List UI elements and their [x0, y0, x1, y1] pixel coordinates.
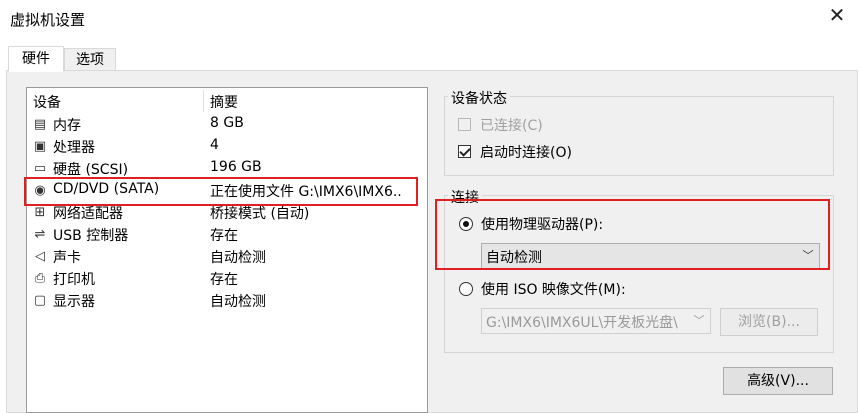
tab-options[interactable]: 选项 [64, 48, 116, 71]
advanced-button[interactable]: 高级(V)... [723, 367, 833, 395]
physical-drive-highlight-box [435, 199, 830, 270]
device-name: 网络适配器 [53, 206, 123, 222]
column-header-summary[interactable]: 摘要 [210, 92, 238, 112]
device-row-usb-controller[interactable]: ⇌ USB 控制器 存在 [27, 224, 427, 246]
device-row-memory[interactable]: ▤ 内存 8 GB [27, 114, 427, 136]
device-summary: 桥接模式 (自动) [210, 206, 310, 222]
memory-icon: ▤ [33, 117, 47, 132]
device-name: 处理器 [53, 140, 95, 156]
display-icon: ▢ [33, 293, 47, 308]
tab-hardware[interactable]: 硬件 [8, 46, 64, 72]
device-status-title: 设备状态 [448, 88, 510, 108]
column-header-device[interactable]: 设备 [33, 92, 61, 112]
network-adapter-icon: ⊞ [34, 205, 46, 220]
sound-card-icon: ◁ [35, 249, 45, 264]
device-name: 声卡 [53, 250, 81, 266]
device-name: USB 控制器 [53, 228, 129, 244]
connected-checkbox[interactable] [458, 118, 471, 131]
device-summary: 存在 [210, 272, 238, 288]
connected-label[interactable]: 已连接(C) [480, 115, 543, 135]
window-title: 虚拟机设置 [10, 11, 86, 29]
iso-path-value: G:\IMX6\IMX6UL\开发板光盘\ [486, 315, 678, 331]
device-summary: 自动检测 [210, 294, 266, 310]
device-name: 内存 [53, 118, 81, 134]
connect-at-power-on-label[interactable]: 启动时连接(O) [480, 142, 572, 162]
device-row-printer[interactable]: ⎙ 打印机 存在 [27, 268, 427, 290]
processor-icon: ▣ [33, 139, 47, 154]
device-row-processor[interactable]: ▣ 处理器 4 [27, 136, 427, 158]
chevron-down-icon: ﹀ [693, 314, 705, 327]
device-summary: 存在 [210, 228, 238, 244]
device-list[interactable]: 设备 摘要 ▤ 内存 8 GB ▣ 处理器 4 ▭ 硬盘 (SCSI) 196 … [26, 87, 428, 413]
device-summary: 4 [210, 137, 219, 153]
device-row-sound-card[interactable]: ◁ 声卡 自动检测 [27, 246, 427, 268]
device-name: 显示器 [53, 294, 95, 310]
device-status-group [444, 96, 834, 176]
device-row-display[interactable]: ▢ 显示器 自动检测 [27, 290, 427, 312]
usb-controller-icon: ⇌ [34, 227, 46, 242]
use-iso-image-radio[interactable] [459, 282, 473, 296]
device-name: 硬盘 (SCSI) [53, 162, 129, 178]
tab-divider [116, 70, 858, 71]
cd-dvd-highlight-box [24, 177, 418, 206]
device-name: 打印机 [53, 272, 95, 288]
hard-disk-icon: ▭ [33, 161, 47, 176]
iso-path-select[interactable]: G:\IMX6\IMX6UL\开发板光盘\ ﹀ [481, 308, 711, 334]
device-summary: 8 GB [210, 115, 244, 131]
close-icon[interactable]: ✕ [826, 4, 848, 26]
browse-button[interactable]: 浏览(B)... [720, 308, 818, 336]
connect-at-power-on-checkbox[interactable] [458, 145, 471, 158]
use-iso-image-label[interactable]: 使用 ISO 映像文件(M): [481, 279, 626, 299]
column-separator[interactable] [203, 90, 204, 112]
device-summary: 自动检测 [210, 250, 266, 266]
printer-icon: ⎙ [34, 271, 46, 286]
device-summary: 196 GB [210, 159, 262, 175]
